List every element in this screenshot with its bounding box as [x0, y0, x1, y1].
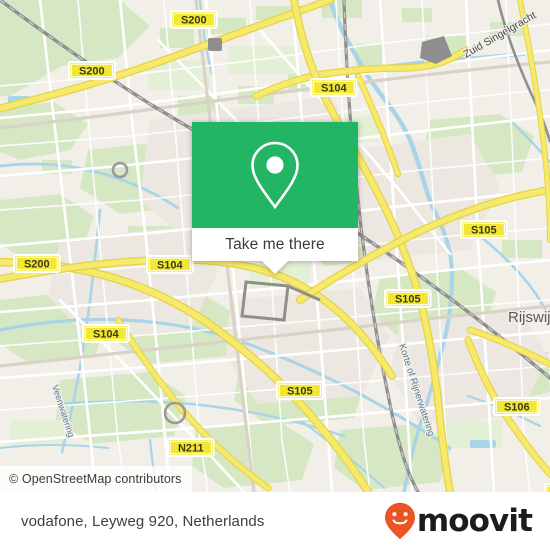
highway-shield: S104	[82, 324, 130, 343]
shield-label: S104	[321, 83, 348, 95]
shield-label: S105	[395, 294, 421, 306]
shield-label: S200	[24, 259, 50, 271]
highway-shield: S200	[68, 61, 116, 80]
take-me-there-label: Take me there	[225, 235, 325, 253]
popup-pin-area	[192, 122, 358, 228]
highway-shield: S106	[493, 397, 541, 416]
bottom-bar: vodafone, Leyweg 920, Netherlands moovit	[0, 492, 550, 550]
shield-label: S200	[79, 66, 105, 78]
highway-shield: S105	[384, 289, 432, 308]
map-pin-icon	[251, 141, 299, 210]
map-canvas[interactable]: Zuid SingelgrachtRijswijkKorte of Rijner…	[0, 0, 550, 492]
attribution-text: © OpenStreetMap contributors	[9, 472, 182, 486]
highway-shield: N211	[167, 438, 215, 457]
shield-label: N211	[178, 443, 204, 455]
map-screen: Zuid SingelgrachtRijswijkKorte of Rijner…	[0, 0, 550, 550]
location-popup-card[interactable]: Take me there	[192, 122, 358, 274]
highway-shield: S200	[170, 10, 218, 29]
highway-shield: S200	[13, 254, 61, 273]
shield-label: S104	[93, 329, 120, 341]
shield-label: S104	[157, 260, 184, 272]
highway-shield: S104	[146, 255, 194, 274]
moovit-wordmark: moovit	[416, 502, 533, 539]
shield-label: S200	[181, 15, 207, 27]
osm-attribution: © OpenStreetMap contributors	[0, 466, 192, 492]
map-place-label: Rijswijk	[508, 309, 550, 326]
highway-shield: S105	[276, 381, 324, 400]
highway-shield: S104	[310, 78, 358, 97]
popup-action-area[interactable]: Take me there	[192, 228, 358, 261]
moovit-logo[interactable]: moovit	[384, 502, 533, 540]
moovit-pin-smiley-icon	[384, 502, 415, 540]
address-label: vodafone, Leyweg 920, Netherlands	[21, 512, 265, 530]
shield-label: S105	[287, 386, 313, 398]
shield-label: S106	[504, 402, 530, 414]
highway-shield: S105	[460, 220, 508, 239]
shield-label: S105	[471, 225, 497, 237]
popup-tail	[262, 261, 288, 274]
highway-shield: S1	[544, 483, 550, 492]
